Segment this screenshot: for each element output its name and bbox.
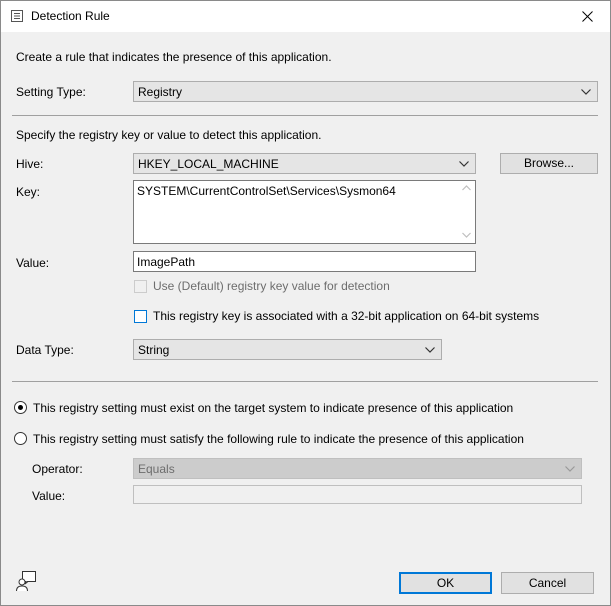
radio-must-exist-label: This registry setting must exist on the … bbox=[33, 401, 514, 415]
key-scrollbar[interactable] bbox=[458, 181, 475, 243]
detection-rule-dialog: Detection Rule Create a rule that indica… bbox=[0, 0, 611, 606]
radio-satisfy-rule[interactable] bbox=[14, 432, 27, 445]
key-textarea[interactable]: SYSTEM\CurrentControlSet\Services\Sysmon… bbox=[133, 180, 476, 244]
data-type-label: Data Type: bbox=[16, 343, 74, 357]
use-default-label: Use (Default) registry key value for det… bbox=[153, 279, 390, 293]
chevron-down-icon bbox=[581, 89, 591, 95]
browse-button[interactable]: Browse... bbox=[500, 153, 598, 174]
value-label: Value: bbox=[16, 256, 50, 270]
rule-document-icon bbox=[11, 10, 23, 22]
intro-text: Create a rule that indicates the presenc… bbox=[16, 50, 332, 64]
registry-intro-text: Specify the registry key or value to det… bbox=[16, 128, 322, 142]
separator-middle bbox=[12, 381, 598, 382]
chevron-down-icon bbox=[565, 466, 575, 472]
chevron-down-icon bbox=[459, 161, 469, 167]
setting-type-label: Setting Type: bbox=[16, 85, 86, 99]
setting-type-dropdown[interactable]: Registry bbox=[133, 81, 598, 102]
setting-type-value: Registry bbox=[138, 85, 183, 99]
scroll-down-icon bbox=[462, 232, 471, 238]
radio-must-exist[interactable] bbox=[14, 401, 27, 414]
key-value: SYSTEM\CurrentControlSet\Services\Sysmon… bbox=[137, 184, 396, 198]
32bit-label: This registry key is associated with a 3… bbox=[153, 309, 540, 323]
rule-value-label: Value: bbox=[32, 489, 66, 503]
radio-selected-dot bbox=[18, 405, 23, 410]
key-label: Key: bbox=[16, 185, 41, 199]
close-button[interactable] bbox=[564, 1, 610, 32]
close-icon bbox=[581, 11, 593, 22]
scroll-up-icon bbox=[462, 185, 471, 191]
data-type-value: String bbox=[138, 343, 170, 357]
data-type-dropdown[interactable]: String bbox=[133, 339, 442, 360]
operator-label: Operator: bbox=[32, 462, 83, 476]
rule-value-input[interactable] bbox=[133, 485, 582, 504]
window-title: Detection Rule bbox=[31, 9, 110, 23]
operator-dropdown[interactable]: Equals bbox=[133, 458, 582, 479]
separator-top bbox=[12, 115, 598, 116]
user-help-icon[interactable] bbox=[15, 570, 37, 592]
32bit-checkbox[interactable] bbox=[134, 310, 147, 323]
use-default-checkbox[interactable] bbox=[134, 280, 147, 293]
hive-label: Hive: bbox=[16, 157, 44, 171]
chevron-down-icon bbox=[425, 347, 435, 353]
ok-button[interactable]: OK bbox=[399, 572, 492, 594]
operator-value: Equals bbox=[138, 462, 175, 476]
radio-satisfy-rule-label: This registry setting must satisfy the f… bbox=[33, 432, 524, 446]
hive-dropdown[interactable]: HKEY_LOCAL_MACHINE bbox=[133, 153, 476, 174]
value-input[interactable]: ImagePath bbox=[133, 251, 476, 272]
setting-type-label-text: Setting Type: bbox=[16, 85, 86, 99]
value-input-text: ImagePath bbox=[137, 255, 196, 269]
title-bar: Detection Rule bbox=[1, 1, 610, 32]
cancel-button[interactable]: Cancel bbox=[501, 572, 594, 594]
hive-value: HKEY_LOCAL_MACHINE bbox=[138, 157, 279, 171]
